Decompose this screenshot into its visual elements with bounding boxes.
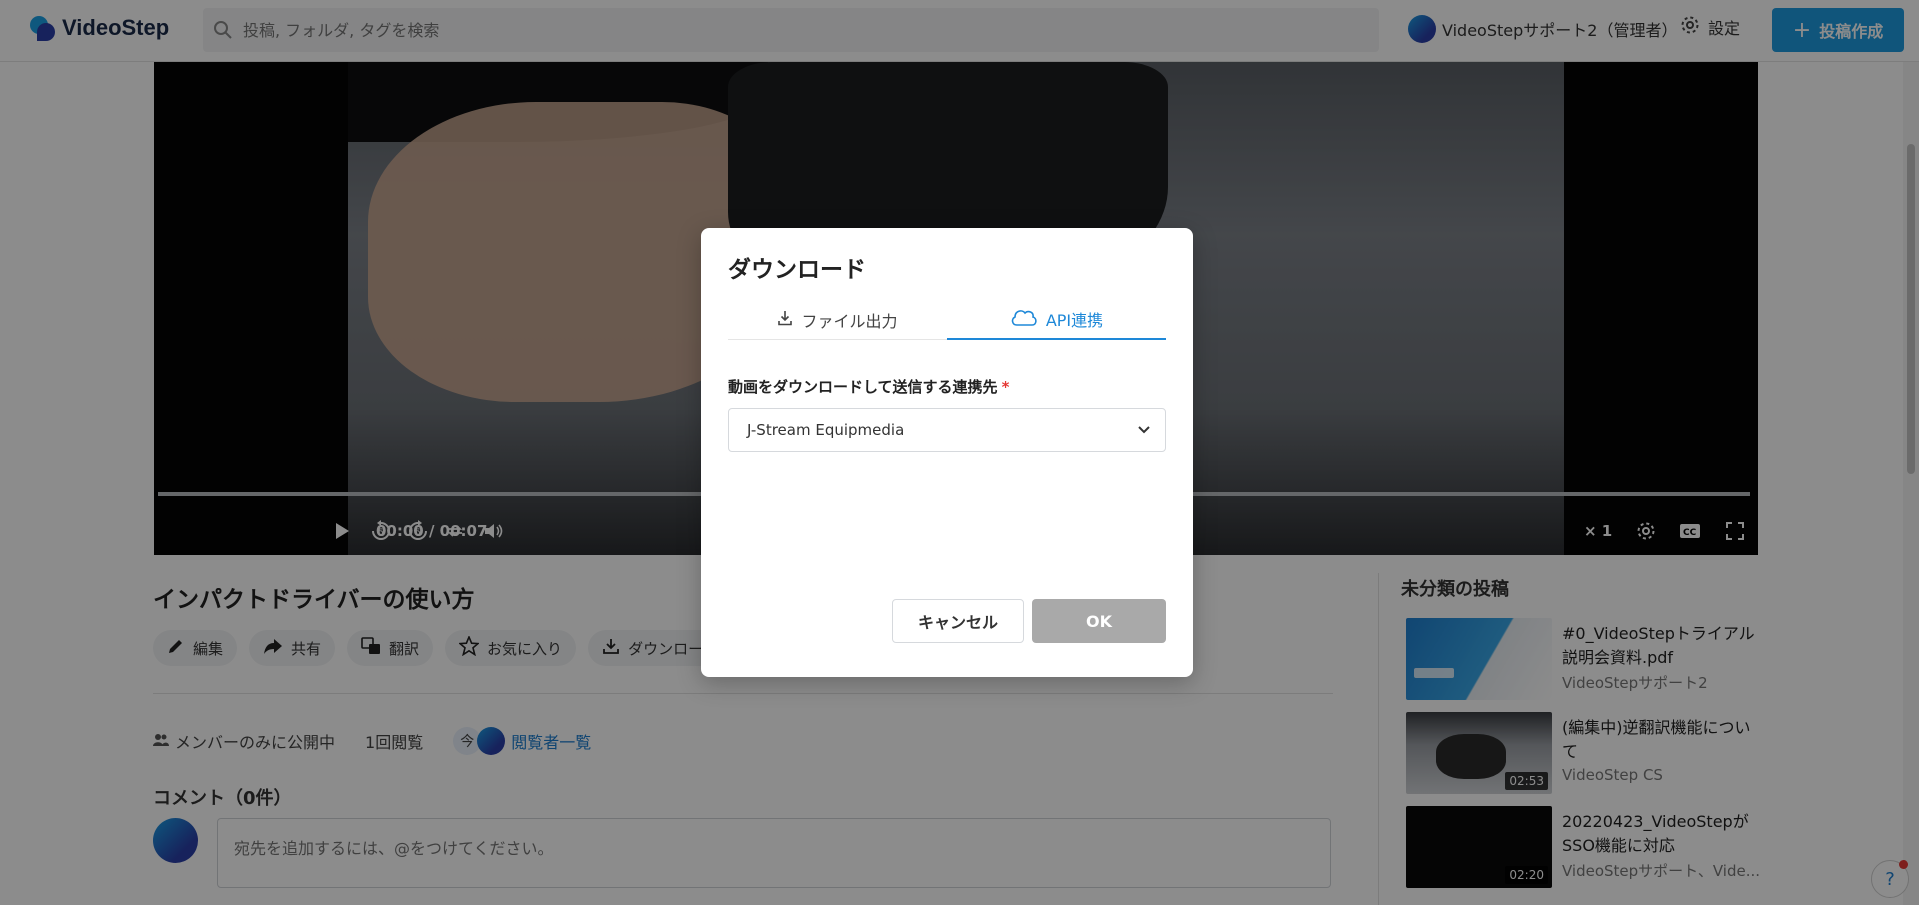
- download-dialog: ダウンロード ファイル出力 API連携 動画をダウンロードして送信する連携先 * …: [701, 228, 1193, 677]
- chevron-down-icon: [1137, 421, 1151, 439]
- field-label-text: 動画をダウンロードして送信する連携先: [728, 378, 998, 396]
- tab-file-export[interactable]: ファイル出力: [728, 300, 947, 340]
- cancel-button[interactable]: キャンセル: [892, 599, 1024, 643]
- destination-field-label: 動画をダウンロードして送信する連携先 *: [728, 376, 1009, 397]
- selected-value: J-Stream Equipmedia: [747, 421, 905, 439]
- tab-label: API連携: [1045, 311, 1104, 330]
- ok-button[interactable]: OK: [1032, 599, 1166, 643]
- cloud-icon: [1010, 307, 1038, 331]
- download-icon: [777, 310, 793, 330]
- required-mark: *: [1001, 378, 1010, 396]
- dialog-tabs: ファイル出力 API連携: [728, 300, 1166, 340]
- tab-label: ファイル出力: [801, 312, 898, 331]
- destination-select[interactable]: J-Stream Equipmedia: [728, 408, 1166, 452]
- dialog-title: ダウンロード: [728, 257, 866, 283]
- tab-api-integration[interactable]: API連携: [947, 300, 1166, 340]
